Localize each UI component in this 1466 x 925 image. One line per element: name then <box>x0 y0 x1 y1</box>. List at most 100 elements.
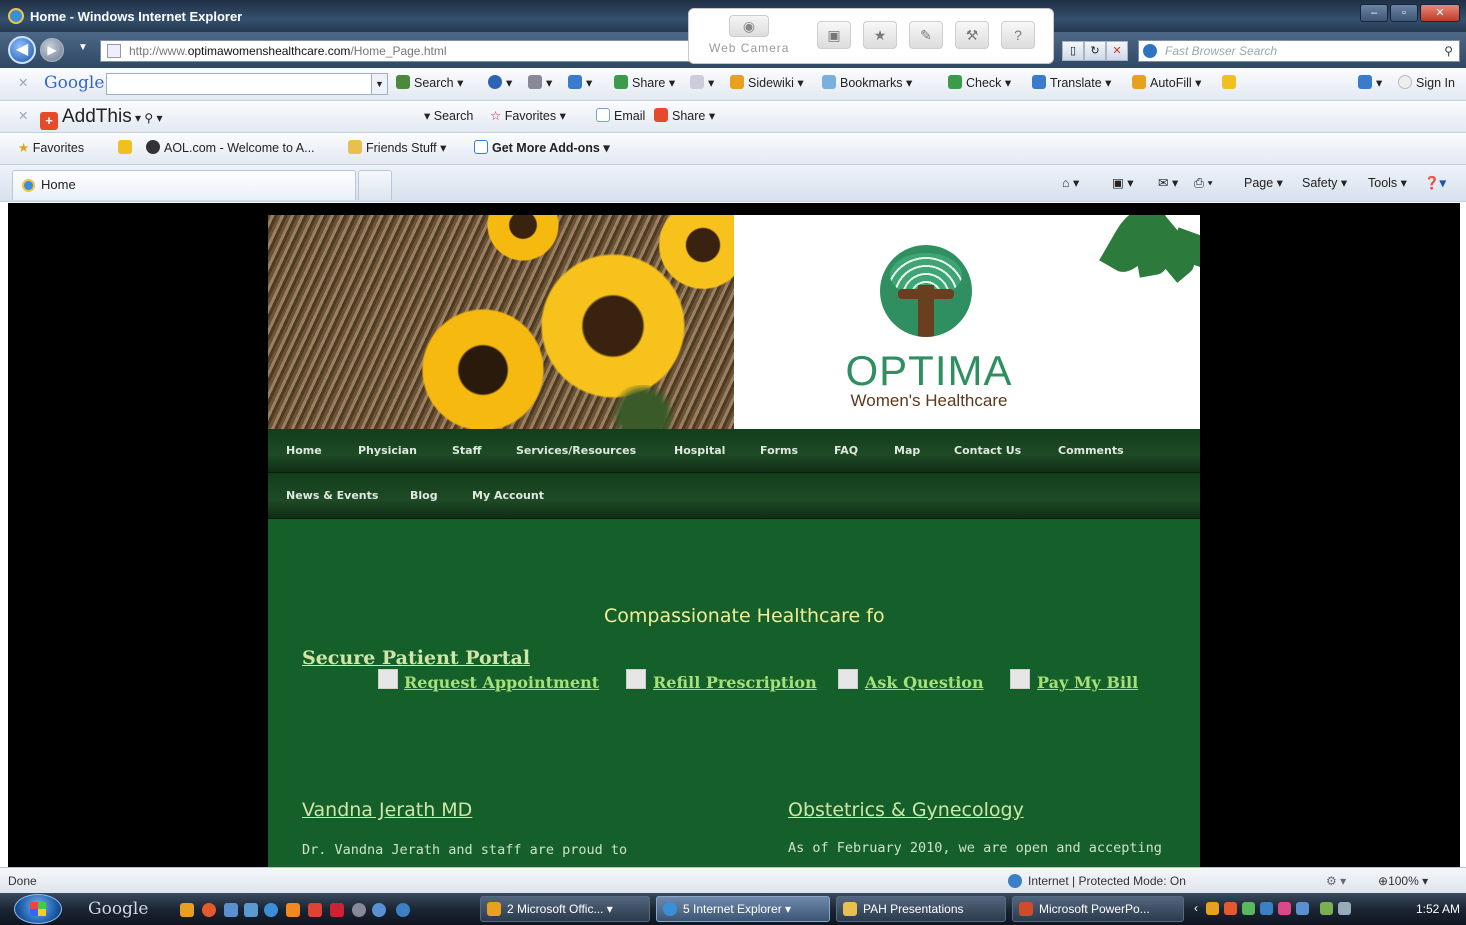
sign-in-link[interactable]: Sign In <box>1398 68 1455 99</box>
close-toolbar-icon[interactable]: ✕ <box>18 68 28 99</box>
bookmark-star-icon[interactable]: ▾ <box>690 68 714 99</box>
print-icon[interactable]: ⎙ ▾ <box>1194 168 1213 199</box>
addthis-logo[interactable]: + AddThis ▾ ⚲ ▾ <box>40 101 163 134</box>
refill-prescription-link[interactable]: Refill Prescription <box>653 673 817 692</box>
quicklaunch-icon[interactable] <box>224 903 238 917</box>
autofill-button[interactable]: AutoFill ▾ <box>1132 68 1201 99</box>
menu-staff[interactable]: Staff <box>452 429 482 473</box>
forward-button[interactable]: ▶ <box>40 38 64 62</box>
menu-contact[interactable]: Contact Us <box>954 429 1021 473</box>
get-more-addons[interactable]: Get More Add-ons ▾ <box>474 133 610 164</box>
ask-question-link[interactable]: Ask Question <box>865 673 984 692</box>
menu-faq[interactable]: FAQ <box>834 429 858 473</box>
physician-heading[interactable]: Vandna Jerath MD <box>302 799 472 821</box>
zoom-control[interactable]: ⊕100% ▾ <box>1378 868 1428 894</box>
taskbar-pah[interactable]: PAH Presentations <box>836 896 1006 922</box>
security-zone[interactable]: Internet | Protected Mode: On <box>1008 868 1186 894</box>
chevron-down-icon[interactable]: ▼ <box>371 74 387 94</box>
quicklaunch-icon[interactable] <box>202 903 216 917</box>
home-icon[interactable]: ⌂ ▾ <box>1062 168 1079 199</box>
menu-home[interactable]: Home <box>286 429 322 473</box>
quicklaunch-icon[interactable] <box>180 903 194 917</box>
addthis-search-button[interactable]: ▾ Search <box>424 101 473 132</box>
request-appointment-link[interactable]: Request Appointment <box>404 673 599 692</box>
tray-icon[interactable] <box>1206 902 1219 915</box>
quicklaunch-ie-icon[interactable] <box>264 903 278 917</box>
stop-icon[interactable]: ✕ <box>1106 41 1128 61</box>
close-button[interactable]: ✕ <box>1420 4 1460 22</box>
safety-menu[interactable]: Safety ▾ <box>1302 168 1347 199</box>
start-button[interactable] <box>14 894 62 924</box>
tray-icon[interactable] <box>1296 902 1309 915</box>
quicklaunch-icon[interactable] <box>308 903 322 917</box>
taskbar-powerpoint[interactable]: Microsoft PowerPo... <box>1012 896 1184 922</box>
pay-my-bill-link[interactable]: Pay My Bill <box>1037 673 1138 692</box>
favorite-aol[interactable]: AOL.com - Welcome to A... <box>146 133 315 164</box>
page-menu[interactable]: Page ▾ <box>1244 168 1283 199</box>
pagerank-icon[interactable]: ▾ <box>528 68 552 99</box>
menu-forms[interactable]: Forms <box>760 429 798 473</box>
tools-menu[interactable]: Tools ▾ <box>1368 168 1407 199</box>
addthis-email-button[interactable]: Email <box>596 101 645 132</box>
arrow-icon[interactable]: ▾ <box>568 68 592 99</box>
camera-icon[interactable]: ◉ <box>729 15 769 37</box>
secure-patient-portal-link[interactable]: Secure Patient Portal <box>302 647 530 669</box>
google-logo[interactable]: Google <box>44 68 104 99</box>
volume-icon[interactable] <box>1338 902 1351 915</box>
back-button[interactable]: ◀ <box>8 36 36 64</box>
add-favorite-icon[interactable] <box>118 133 136 164</box>
quicklaunch-icon[interactable] <box>372 903 386 917</box>
wrench-icon[interactable]: ⚒ <box>955 21 989 49</box>
google-search-input[interactable]: ▼ <box>106 73 388 95</box>
google-search-button[interactable]: Search ▾ <box>396 68 463 99</box>
close-toolbar-icon[interactable]: ✕ <box>18 101 28 132</box>
search-icon[interactable]: ⚲ <box>1444 41 1453 61</box>
menu-my-account[interactable]: My Account <box>472 473 544 519</box>
google-desktop-logo[interactable]: Google <box>88 899 148 919</box>
menu-blog[interactable]: Blog <box>410 473 438 519</box>
tray-icon[interactable] <box>1224 902 1237 915</box>
refresh-icon[interactable]: ↻ <box>1084 41 1106 61</box>
star-icon[interactable]: ★ <box>863 21 897 49</box>
edit-icon[interactable]: ✎ <box>909 21 943 49</box>
menu-news-events[interactable]: News & Events <box>286 473 378 519</box>
favorites-button[interactable]: ★ Favorites <box>18 133 84 164</box>
new-tab-button[interactable] <box>358 170 392 200</box>
share-button[interactable]: Share ▾ <box>614 68 675 99</box>
quicklaunch-icon[interactable] <box>286 903 300 917</box>
menu-services[interactable]: Services/Resources <box>516 429 636 473</box>
maximize-button[interactable]: ▫ <box>1390 4 1418 22</box>
tray-icon[interactable] <box>1278 902 1291 915</box>
addthis-favorites-button[interactable]: ☆ Favorites ▾ <box>490 101 566 132</box>
check-button[interactable]: Check ▾ <box>948 68 1011 99</box>
taskbar-ie[interactable]: 5 Internet Explorer ▾ <box>656 896 830 922</box>
help-icon[interactable]: ? <box>1001 21 1035 49</box>
menu-physician[interactable]: Physician <box>358 429 417 473</box>
taskbar-office[interactable]: 2 Microsoft Offic... ▾ <box>480 896 650 922</box>
addthis-share-button[interactable]: Share ▾ <box>654 101 715 132</box>
tray-icon[interactable] <box>1242 902 1255 915</box>
menu-comments[interactable]: Comments <box>1058 429 1124 473</box>
quicklaunch-icon[interactable] <box>330 903 344 917</box>
quicklaunch-icon[interactable] <box>244 903 258 917</box>
translate-button[interactable]: Translate ▾ <box>1032 68 1111 99</box>
zone-settings-icon[interactable]: ⚙ ▾ <box>1326 868 1346 894</box>
favorite-friends-stuff[interactable]: Friends Stuff ▾ <box>348 133 446 164</box>
profile-icon[interactable]: ▣ <box>817 21 851 49</box>
read-mail-icon[interactable]: ✉ ▾ <box>1158 168 1178 199</box>
globe-icon[interactable]: ▾ <box>488 68 512 99</box>
compatibility-icon[interactable]: ▯ <box>1062 41 1084 61</box>
help-menu-icon[interactable]: ❓▾ <box>1424 168 1446 199</box>
address-bar[interactable]: http://www.optimawomenshealthcare.com/Ho… <box>100 40 690 62</box>
quicklaunch-icon[interactable] <box>396 903 410 917</box>
tab-home[interactable]: Home <box>12 170 356 200</box>
network-icon[interactable] <box>1320 902 1333 915</box>
tray-expand-icon[interactable]: ‹ <box>1194 901 1198 915</box>
wrench-settings-icon[interactable]: ▾ <box>1358 68 1382 99</box>
obgyn-heading[interactable]: Obstetrics & Gynecology <box>788 799 1024 821</box>
menu-map[interactable]: Map <box>894 429 920 473</box>
clock[interactable]: 1:52 AM <box>1416 902 1460 916</box>
minimize-button[interactable]: – <box>1360 4 1388 22</box>
sidewiki-button[interactable]: Sidewiki ▾ <box>730 68 804 99</box>
highlight-icon[interactable] <box>1222 68 1240 99</box>
